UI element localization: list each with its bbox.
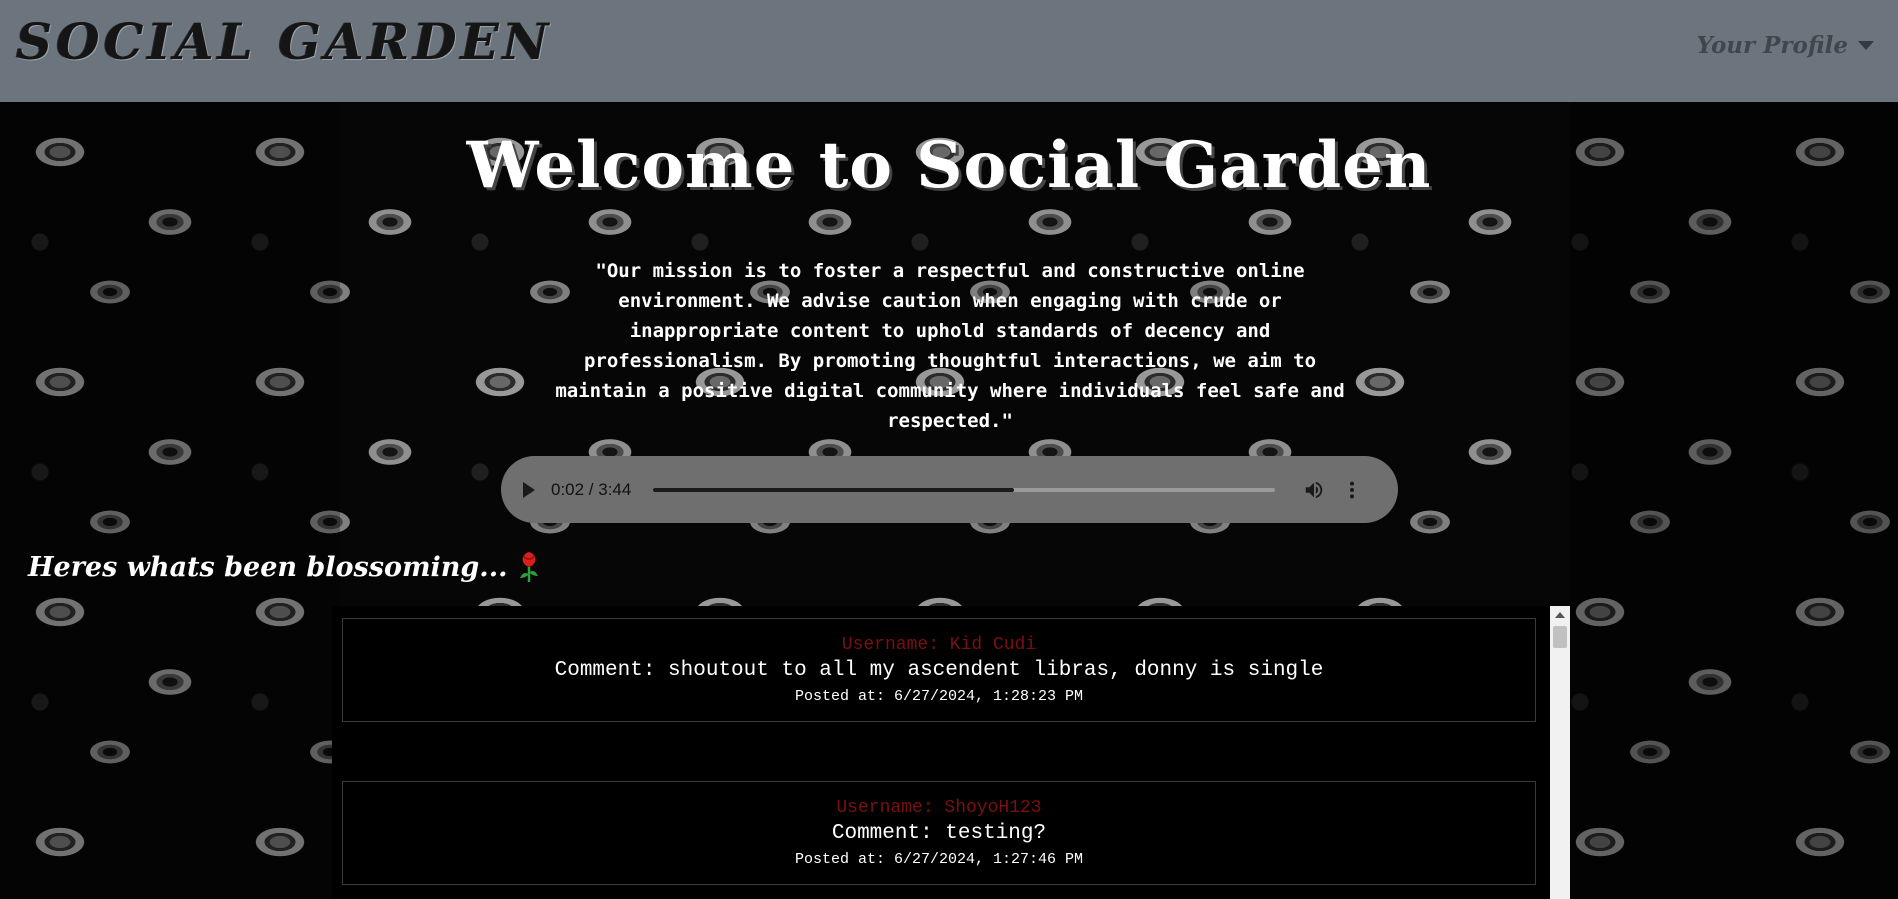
audio-player: 0:02 / 3:44	[501, 456, 1398, 523]
post-username: Username: ShoyoH123	[836, 798, 1042, 818]
scroll-thumb[interactable]	[1553, 626, 1567, 648]
page: SOCIAL GARDEN Your Profile Welcome to So…	[0, 0, 1898, 899]
feed-scrollbar[interactable]	[1550, 606, 1570, 899]
page-title: Welcome to Social Garden	[466, 128, 1432, 203]
caret-down-icon[interactable]	[1858, 41, 1874, 50]
post-timestamp: Posted at: 6/27/2024, 1:27:46 PM	[794, 851, 1084, 868]
profile-dropdown[interactable]: Your Profile	[1697, 32, 1874, 59]
post-timestamp: Posted at: 6/27/2024, 1:28:23 PM	[794, 688, 1084, 705]
post-card: Username: ShoyoH123 Comment: testing? Po…	[342, 781, 1536, 885]
posts-feed[interactable]: Username: Kid Cudi Comment: shoutout to …	[332, 606, 1570, 899]
play-icon[interactable]	[523, 481, 535, 498]
post-username: Username: Kid Cudi	[841, 635, 1037, 655]
audio-progress-bar[interactable]	[653, 487, 1276, 492]
volume-icon[interactable]	[1303, 479, 1325, 501]
audio-progress-fill	[653, 487, 1015, 492]
post-comment: Comment: shoutout to all my ascendent li…	[554, 659, 1324, 682]
feed-heading: Heres whats been blossoming...	[28, 550, 542, 584]
profile-label[interactable]: Your Profile	[1697, 32, 1848, 59]
scroll-up-arrow-icon[interactable]	[1555, 612, 1565, 618]
background-shade-left	[0, 102, 340, 899]
background-shade-right	[1570, 102, 1898, 899]
rose-icon	[519, 552, 538, 582]
site-logo[interactable]: SOCIAL GARDEN	[16, 12, 552, 71]
more-vertical-icon[interactable]	[1341, 479, 1363, 501]
post-comment: Comment: testing?	[831, 822, 1047, 845]
audio-time: 0:02 / 3:44	[551, 479, 632, 499]
navbar: SOCIAL GARDEN Your Profile	[0, 0, 1898, 102]
mission-statement: "Our mission is to foster a respectful a…	[555, 260, 1345, 432]
feed-heading-text: Heres whats been blossoming...	[28, 551, 508, 583]
post-card: Username: Kid Cudi Comment: shoutout to …	[342, 618, 1536, 722]
